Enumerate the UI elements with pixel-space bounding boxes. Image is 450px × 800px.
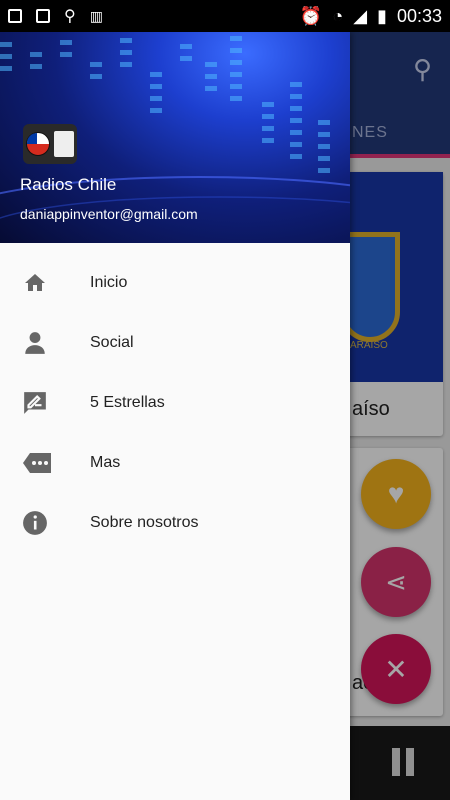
home-icon — [0, 271, 90, 295]
status-bar: ⚲ ▥ ⏰ ◔ ◢ ▮ 00:33 — [0, 0, 450, 32]
usb-icon: ⚲ — [64, 8, 76, 25]
barcode-icon: ▥ — [89, 7, 103, 24]
rate-review-icon — [0, 390, 90, 416]
info-icon — [0, 510, 90, 536]
drawer-item-inicio[interactable]: Inicio — [0, 253, 350, 313]
drawer-item-5-estrellas[interactable]: 5 Estrellas — [0, 373, 350, 433]
alarm-icon: ⏰ — [299, 5, 323, 26]
wifi-icon: ◔ — [332, 5, 344, 26]
drawer-header: Radios Chile daniappinventor@gmail.com — [0, 32, 350, 243]
person-icon — [0, 330, 90, 356]
clock: 00:33 — [396, 5, 442, 26]
radio-notification-icon — [36, 9, 50, 23]
more-label-icon — [0, 452, 90, 474]
drawer-item-label: Social — [90, 334, 134, 351]
radio-icon — [54, 131, 74, 157]
chile-flag-icon — [26, 132, 50, 156]
drawer-item-sobre-nosotros[interactable]: Sobre nosotros — [0, 493, 350, 553]
drawer-app-name: Radios Chile — [20, 175, 117, 194]
image-notification-icon — [8, 9, 22, 23]
app-logo — [23, 124, 77, 164]
drawer-item-social[interactable]: Social — [0, 313, 350, 373]
drawer-item-label: Sobre nosotros — [90, 514, 199, 531]
drawer-item-label: Inicio — [90, 274, 128, 291]
signal-icon: ◢ — [353, 5, 368, 26]
drawer-email: daniappinventor@gmail.com — [20, 206, 198, 222]
drawer-item-mas[interactable]: Mas — [0, 433, 350, 493]
drawer-item-label: Mas — [90, 454, 121, 471]
navigation-drawer: Radios Chile daniappinventor@gmail.com I… — [0, 32, 350, 800]
drawer-menu: Inicio Social 5 Estrellas Mas Sobre noso… — [0, 253, 350, 553]
battery-icon: ▮ — [377, 5, 387, 26]
drawer-item-label: 5 Estrellas — [90, 394, 165, 411]
